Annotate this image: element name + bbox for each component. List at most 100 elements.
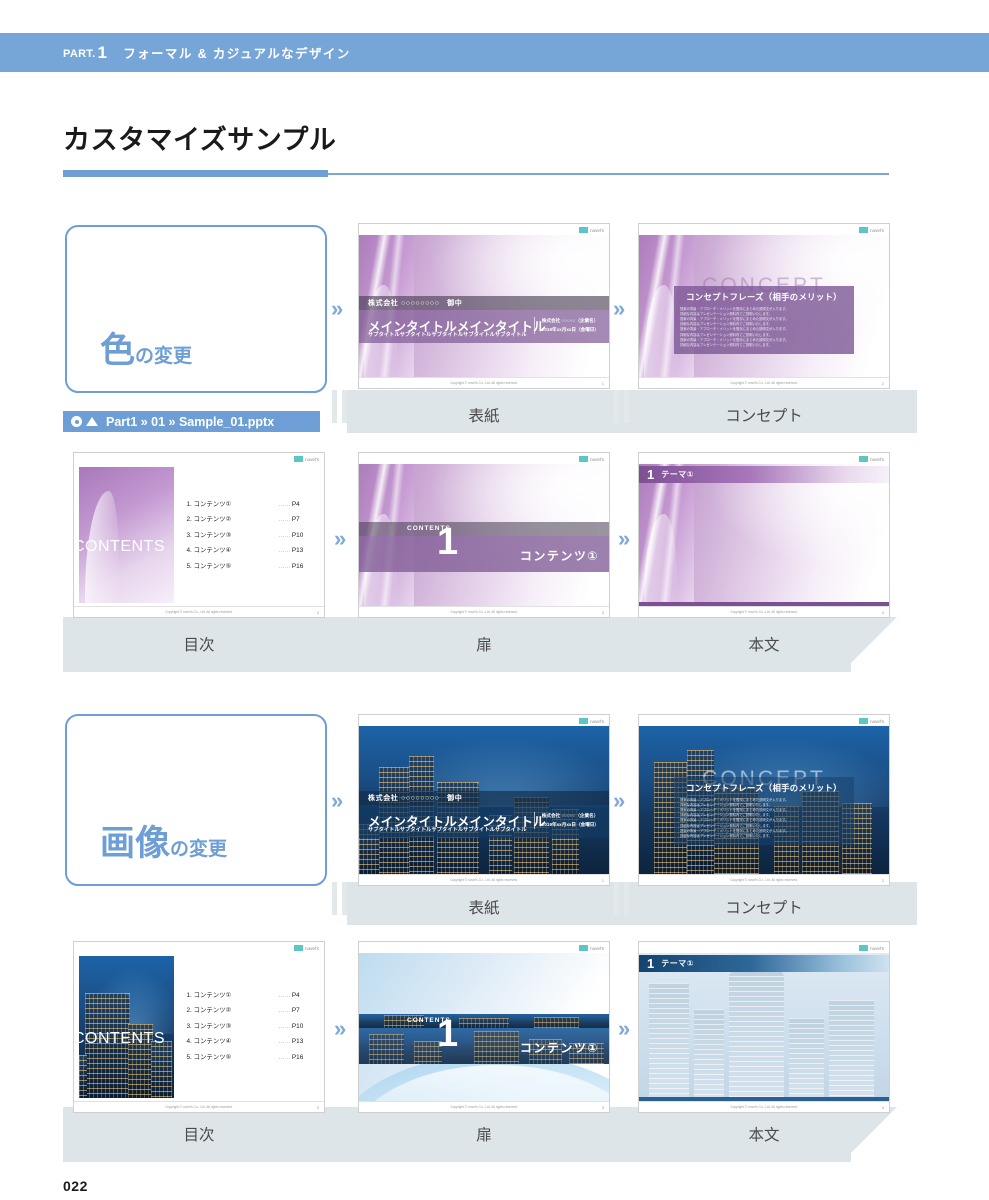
logo-mark-icon — [859, 718, 869, 724]
slide-logo: novel's — [579, 227, 604, 233]
slide-divider-color[interactable]: novel's CONTENTS 1 コンテンツ① Copyright © no… — [358, 452, 610, 618]
list-item: 1. コンテンツ①…… P4 — [186, 991, 300, 999]
cover-meta: 株式会社 ○○○○○（企業名） 2019年xx月xx日（金曜日） — [533, 317, 599, 335]
body-header-bar: 1 テーマ① — [639, 955, 889, 972]
list-item: 3. コンテンツ③…… P10 — [186, 531, 304, 539]
list-item: 4. コンテンツ④…… P13 — [186, 547, 304, 555]
slide-footer: Copyright © novel's Co., Ltd. All rights… — [639, 874, 889, 885]
list-item: 1. コンテンツ①…… P4 — [186, 500, 300, 508]
cover-addressee-band: 株式会社 ○○○○○○○○ 御中 — [359, 791, 609, 805]
cover-addressee-band: 株式会社 ○○○○○○○○ 御中 — [359, 296, 609, 310]
slide-footer: Copyright © novel's Co., Ltd. All rights… — [639, 1101, 889, 1112]
list-item: 2. コンテンツ②…… P7 — [186, 1007, 300, 1015]
contents-watermark: CONTENTS — [79, 1029, 165, 1047]
part-header-content: PART. 1 フォーマル & カジュアルなデザイン — [63, 33, 351, 72]
contents-list: 1. コンテンツ①…… P4 2. コンテンツ②…… P7 3. コンテンツ③…… P… — [187, 499, 304, 577]
flow-arrow-6: » — [613, 788, 626, 813]
flow-ticks-2 — [614, 390, 629, 423]
logo-mark-icon — [579, 718, 589, 724]
slide-logo: novel's — [294, 945, 319, 951]
slide-body-color[interactable]: novel's 1 テーマ① Copyright © novel's Co., … — [638, 452, 890, 618]
part-header-band: PART. 1 フォーマル & カジュアルなデザイン — [0, 33, 989, 72]
list-item: 4. コンテンツ④…… P13 — [186, 1038, 304, 1046]
logo-mark-icon — [579, 456, 589, 462]
file-path-badge-color[interactable]: Part1 » 01 » Sample_01.pptx — [63, 411, 320, 432]
part-title: フォーマル & カジュアルなデザイン — [123, 47, 351, 61]
caption-contents-image: 目次 — [183, 1127, 215, 1144]
slide-footer: Copyright © novel's Co., Ltd. All rights… — [74, 606, 324, 617]
concept-body: 提案の背景・アプローチ・メリットを簡潔にまとめた説明文が入ります。 詳細な内容は… — [680, 307, 789, 347]
body-title: テーマ① — [661, 470, 695, 479]
slide-footer: Copyright © novel's Co., Ltd. All rights… — [359, 1101, 609, 1112]
slide-concept-color[interactable]: novel's CONCEPT コンセプトフレーズ（相手のメリット） 提案の背景… — [638, 223, 890, 389]
flow-ticks-4 — [614, 882, 629, 915]
contents-list: 1. コンテンツ①…… P4 2. コンテンツ②…… P7 3. コンテンツ③…… P… — [187, 990, 304, 1068]
triangle-icon — [86, 417, 98, 426]
logo-mark-icon — [859, 945, 869, 951]
contents-image-panel: CONTENTS — [79, 467, 174, 603]
page-number: 022 — [63, 1178, 88, 1194]
logo-mark-icon — [579, 227, 589, 233]
cover-meta-company: 株式会社 ○○○○○（企業名） — [541, 813, 599, 818]
slide-logo: novel's — [579, 945, 604, 951]
concept-box: コンセプトフレーズ（相手のメリット） 提案の背景・アプローチ・メリットを簡潔にま… — [674, 777, 854, 845]
cover-addressee: 株式会社 ○○○○○○○○ 御中 — [368, 795, 463, 802]
slide-cover-color[interactable]: novel's 株式会社 ○○○○○○○○ 御中 メインタイトルメインタイトル … — [358, 223, 610, 389]
flow-arrow-2: » — [613, 296, 626, 321]
caption-body-color: 本文 — [748, 637, 780, 654]
flow-arrow-4: » — [618, 526, 631, 551]
caption-cover-image: 表紙 — [468, 900, 500, 917]
flow-arrow-3: » — [334, 526, 347, 551]
title-rule-thin — [328, 173, 889, 175]
slide-divider-image[interactable]: novel's CONTENTS 1 コンテンツ① Copyright © no… — [358, 941, 610, 1113]
logo-mark-icon — [294, 945, 304, 951]
concept-body: 提案の背景・アプローチ・メリットを簡潔にまとめた説明文が入ります。 詳細な内容は… — [680, 798, 789, 838]
list-item: 2. コンテンツ②…… P7 — [186, 516, 300, 524]
slide-contents-color[interactable]: novel's CONTENTS 1. コンテンツ①…… P4 2. コンテンツ②… — [73, 452, 325, 618]
flow-arrow-7: » — [334, 1016, 347, 1041]
slide-background-city-light — [639, 953, 889, 1101]
logo-mark-icon — [294, 456, 304, 462]
list-item: 5. コンテンツ⑤…… P16 — [186, 562, 304, 570]
logo-mark-icon — [859, 227, 869, 233]
caption-concept-color: コンセプト — [725, 408, 803, 425]
caption-divider-image: 扉 — [476, 1127, 492, 1144]
contents-image-panel: CONTENTS — [79, 956, 174, 1098]
slide-body-image[interactable]: novel's 1 テーマ① Copyright © novel's Co., … — [638, 941, 890, 1113]
caption-concept-image: コンセプト — [725, 900, 803, 917]
slide-logo: novel's — [859, 945, 884, 951]
page-root: PART. 1 フォーマル & カジュアルなデザイン カスタマイズサンプル 色の変… — [0, 0, 989, 1200]
page-title: カスタマイズサンプル — [63, 125, 337, 155]
divider-title: コンテンツ① — [519, 1041, 599, 1055]
body-number: 1 — [647, 467, 655, 482]
slide-footer: Copyright © novel's Co., Ltd. All rights… — [359, 874, 609, 885]
slide-logo: novel's — [294, 456, 319, 462]
slide-footer: Copyright © novel's Co., Ltd. All rights… — [359, 606, 609, 617]
slide-logo: novel's — [579, 456, 604, 462]
callout-label-color: 色の変更 — [100, 331, 193, 370]
slide-footer: Copyright © novel's Co., Ltd. All rights… — [639, 606, 889, 617]
body-title: テーマ① — [661, 959, 695, 968]
concept-box: コンセプトフレーズ（相手のメリット） 提案の背景・アプローチ・メリットを簡潔にま… — [674, 286, 854, 354]
list-item: 3. コンテンツ③…… P10 — [186, 1022, 304, 1030]
slide-concept-image[interactable]: novel's CONCEPT コンセプトフレーズ（相手のメリット） 提案の背景… — [638, 714, 890, 886]
cover-addressee: 株式会社 ○○○○○○○○ 御中 — [368, 300, 463, 307]
cover-title-band: メインタイトルメインタイトル サブタイトルサブタイトルサブタイトルサブタイトルサ… — [359, 310, 609, 343]
callout-box-color: 色の変更 — [65, 225, 327, 393]
callout-label-image: 画像の変更 — [100, 824, 228, 863]
caption-cover-color: 表紙 — [468, 408, 500, 425]
slide-contents-image[interactable]: novel's CONTENTS 1. コンテンツ①…… P4 2. コンテンツ②… — [73, 941, 325, 1113]
divider-title: コンテンツ① — [519, 549, 599, 563]
cover-subtitle: サブタイトルサブタイトルサブタイトルサブタイトルサブタイトル — [368, 332, 527, 338]
cover-meta-company: 株式会社 ○○○○○（企業名） — [541, 318, 599, 323]
slide-cover-image[interactable]: novel's 株式会社 ○○○○○○○○ 御中 メインタイトルメインタイトル … — [358, 714, 610, 886]
body-number: 1 — [647, 956, 655, 971]
title-rule-thick — [63, 170, 328, 177]
divider-upper-band — [359, 1014, 609, 1028]
flow-arrow-8: » — [618, 1016, 631, 1041]
cover-subtitle: サブタイトルサブタイトルサブタイトルサブタイトルサブタイトル — [368, 827, 527, 833]
divider-upper-band — [359, 522, 609, 536]
flow-ticks-1 — [332, 390, 347, 423]
slide-footer: Copyright © novel's Co., Ltd. All rights… — [359, 377, 609, 388]
divider-label: CONTENTS — [407, 1017, 451, 1024]
